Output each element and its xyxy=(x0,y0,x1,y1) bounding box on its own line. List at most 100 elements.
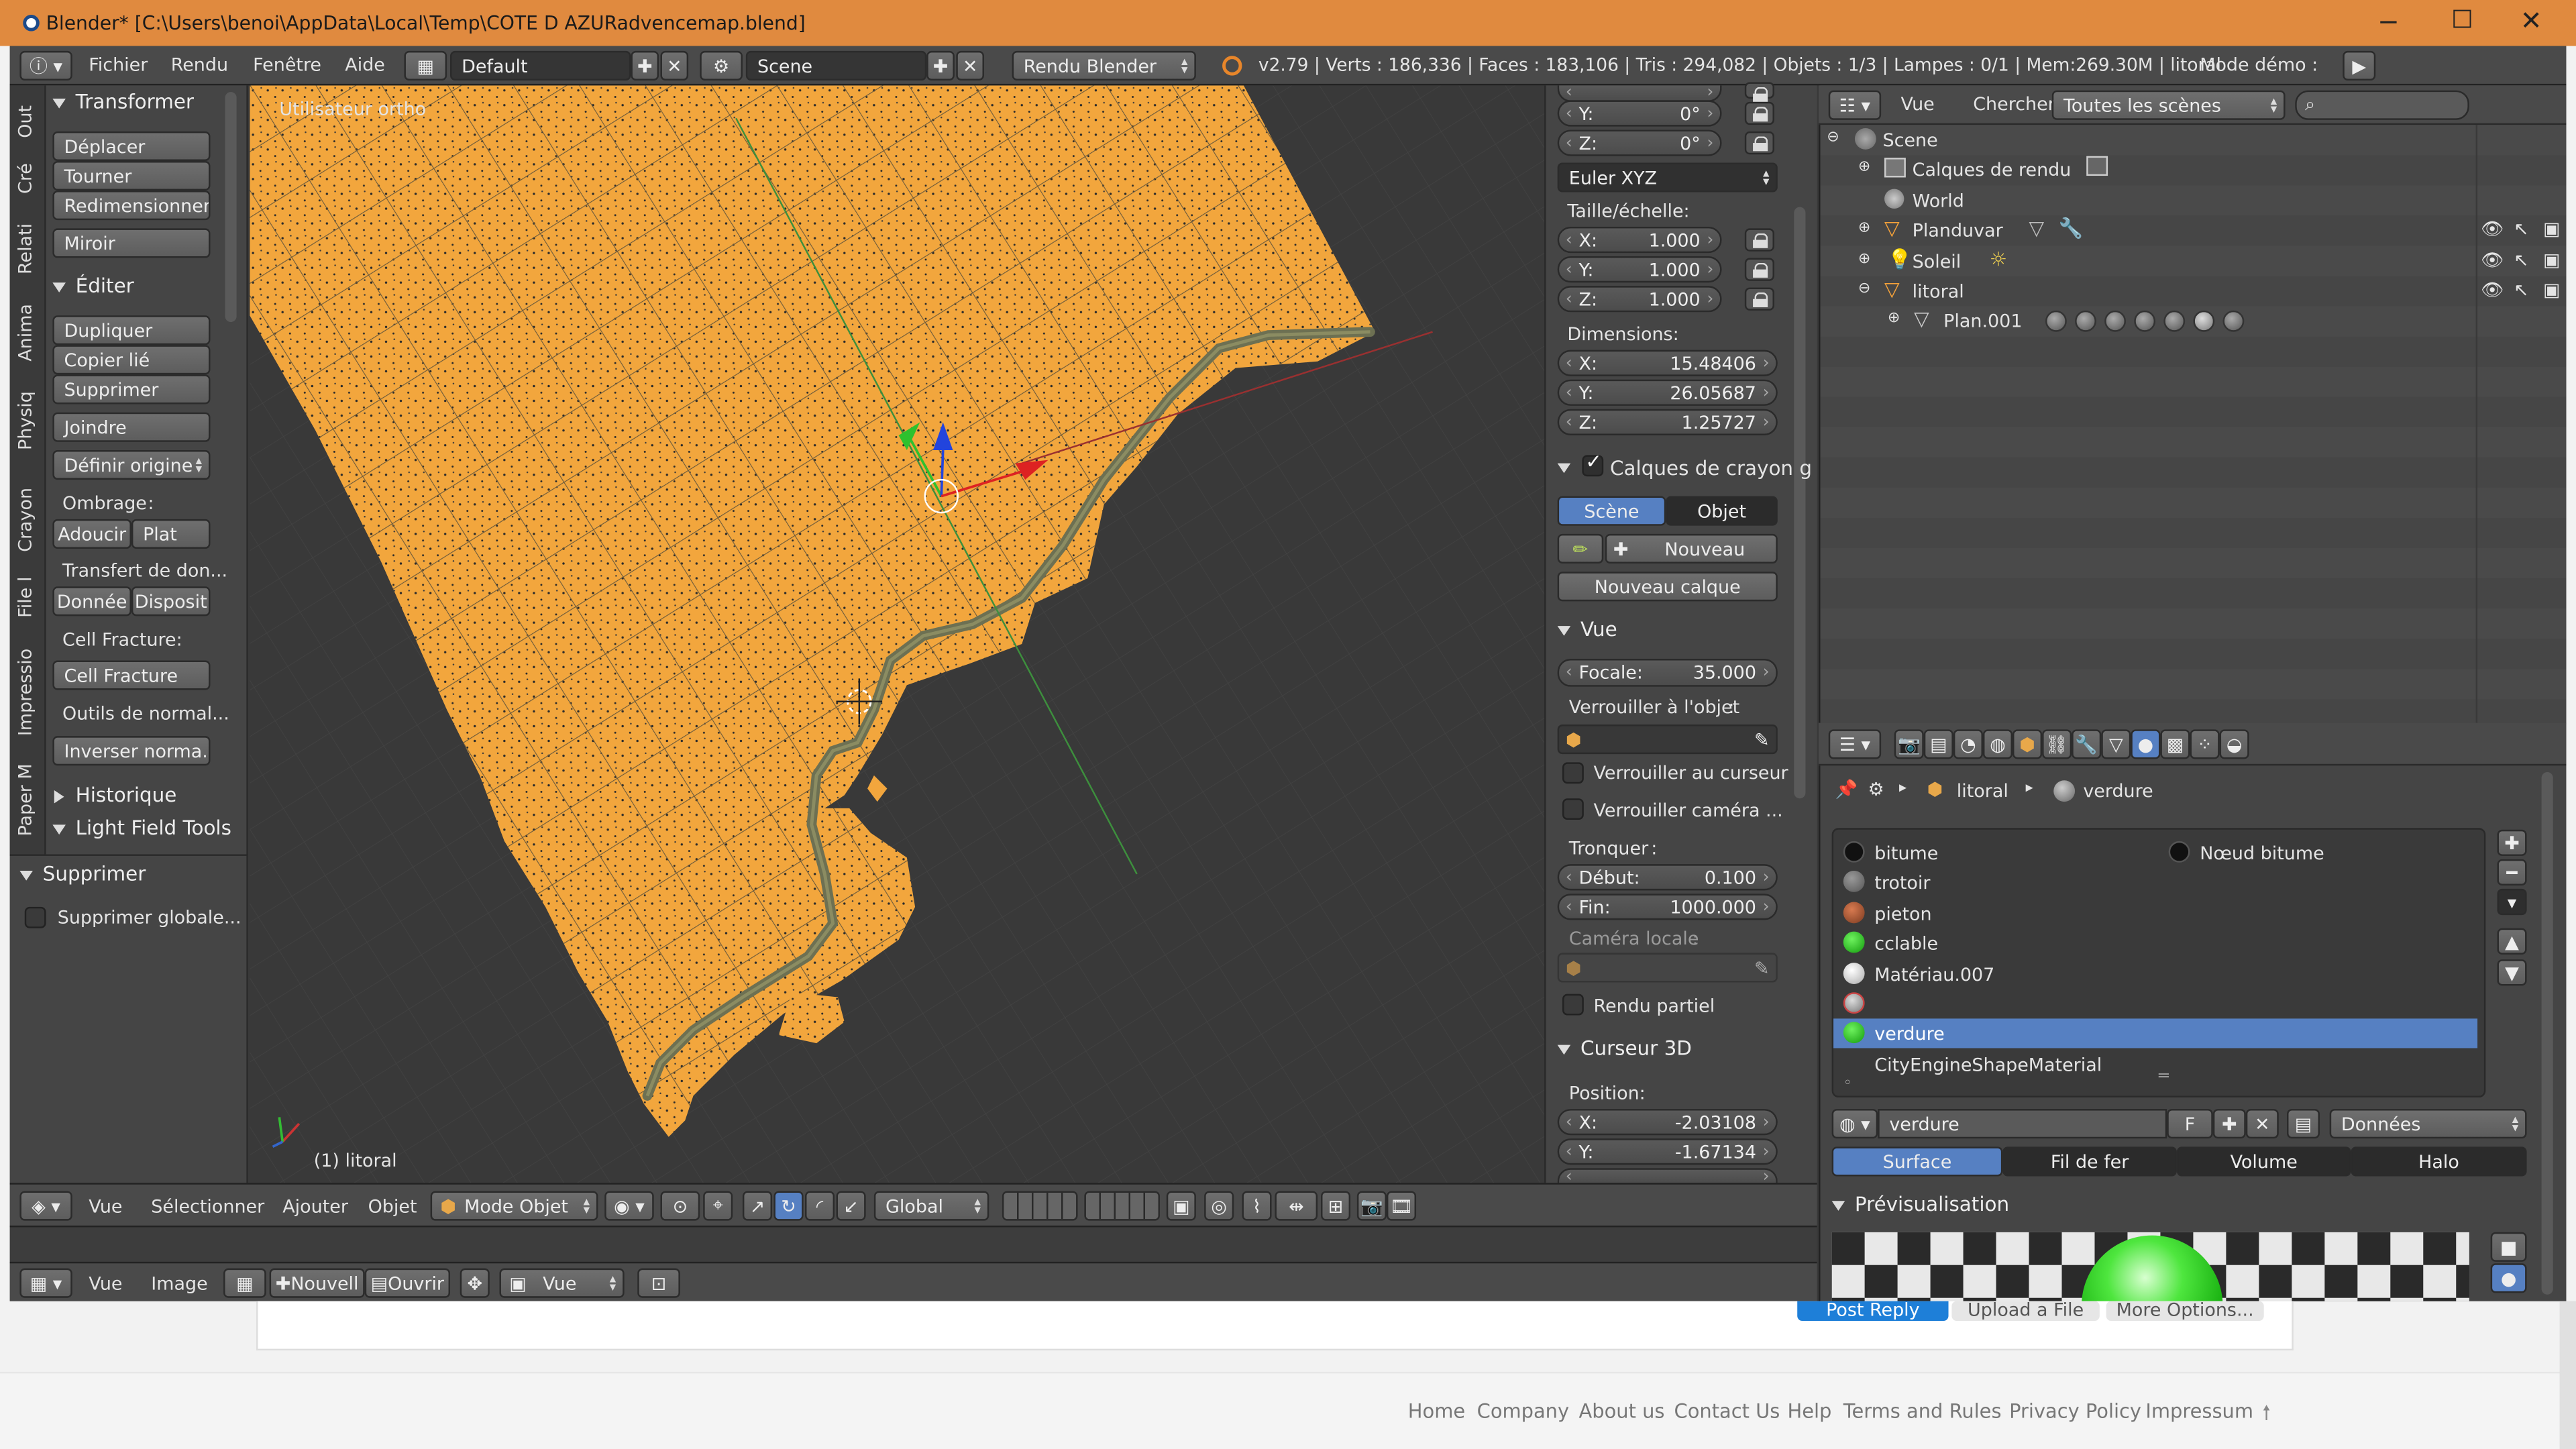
footer-link-privacy[interactable]: Privacy Policy xyxy=(2009,1400,2141,1423)
fake-user-button[interactable]: F xyxy=(2167,1109,2213,1139)
menu-fenetre[interactable]: Fenêtre xyxy=(253,54,321,76)
visibility-eye-icon[interactable]: 👁 xyxy=(2481,219,2504,240)
visibility-eye-icon[interactable]: 👁 xyxy=(2481,279,2504,301)
texture-context-tab[interactable]: ▩ xyxy=(2160,729,2190,759)
tab-relations[interactable]: Relati xyxy=(15,213,48,282)
editor-type-info-button[interactable]: ⓘ ▾ xyxy=(19,50,72,81)
view-panel-header[interactable]: Vue xyxy=(1557,618,1617,641)
image-open-button[interactable]: ▤ Ouvrir xyxy=(364,1268,451,1298)
orientation-dropdown[interactable]: Global xyxy=(873,1191,989,1221)
rotation-z-lock-icon[interactable] xyxy=(1744,131,1774,155)
editor-type-3d-button[interactable]: ◈ ▾ xyxy=(19,1191,72,1221)
scene-context-tab[interactable]: ◔ xyxy=(1953,729,1983,759)
grease-pencil-icon-button[interactable]: ✏ xyxy=(1557,533,1604,564)
physics-context-tab[interactable]: ◒ xyxy=(2219,729,2249,759)
operator-panel-header[interactable]: Supprimer xyxy=(19,863,146,885)
more-options-button[interactable]: More Options... xyxy=(2106,1301,2264,1321)
material-slot-bitume[interactable]: bitume xyxy=(1874,843,1938,864)
dimension-x-field[interactable]: X:15.48406 xyxy=(1557,350,1778,376)
scale-z-field[interactable]: Z:1.000 xyxy=(1557,286,1722,313)
n-panel-scrollbar[interactable] xyxy=(1794,207,1806,799)
slot-remove-button[interactable]: ━ xyxy=(2497,859,2527,886)
manipulator-extra-button[interactable]: ↙ xyxy=(836,1191,866,1221)
duplicate-linked-button[interactable]: Copier lié xyxy=(52,345,211,375)
edit-panel-header[interactable]: Éditer xyxy=(52,274,134,297)
resize-button[interactable]: Redimensionner xyxy=(52,191,211,221)
select-arrow-icon[interactable]: ↖ xyxy=(2514,250,2529,271)
snap-target-button[interactable]: ⊞ xyxy=(1320,1191,1351,1221)
footer-link-home[interactable]: Home xyxy=(1408,1400,1465,1423)
outliner-item-soleil[interactable]: Soleil xyxy=(1913,252,1962,273)
translate-button[interactable]: Déplacer xyxy=(52,131,211,162)
clip-start-field[interactable]: Début:0.100 xyxy=(1557,864,1778,891)
focal-length-field[interactable]: Focale:35.000 xyxy=(1557,659,1778,687)
set-origin-dropdown[interactable]: Définir origine xyxy=(52,450,211,480)
grease-object-tab[interactable]: Objet xyxy=(1666,496,1778,526)
footer-link-help[interactable]: Help xyxy=(1788,1400,1832,1423)
data-button[interactable]: Donnée xyxy=(52,586,131,616)
rotate-manipulator-button[interactable]: ↻ xyxy=(773,1191,804,1221)
outliner-expand-layers-icon[interactable]: ⊕ xyxy=(1858,160,1870,176)
material-slot-icon[interactable] xyxy=(2134,310,2156,332)
outliner-item-render-layers[interactable]: Calques de rendu xyxy=(1913,160,2072,181)
image-browse-button[interactable]: ▦ xyxy=(223,1268,266,1298)
material-unlink-button[interactable]: ✕ xyxy=(2245,1109,2279,1139)
rotation-x-field[interactable] xyxy=(1557,84,1722,102)
flat-button[interactable]: Plat xyxy=(131,519,211,549)
slot-add-button[interactable]: ✚ xyxy=(2497,829,2527,856)
scale-z-lock-icon[interactable] xyxy=(1744,287,1774,311)
material-slot-trotoir[interactable]: trotoir xyxy=(1874,872,1930,894)
editor-type-outliner-button[interactable]: ☷ ▾ xyxy=(1828,90,1882,120)
scale-y-field[interactable]: Y:1.000 xyxy=(1557,256,1722,283)
select-arrow-icon[interactable]: ↖ xyxy=(2514,279,2529,301)
mode-dropdown[interactable]: ⬢ Mode Objet xyxy=(430,1191,598,1221)
tab-out[interactable]: Out xyxy=(15,92,48,151)
outliner-expand-planduvar-icon[interactable]: ⊕ xyxy=(1858,220,1870,236)
scale-x-field[interactable]: X:1.000 xyxy=(1557,226,1722,254)
close-icon[interactable]: ✕ xyxy=(2520,5,2542,36)
outliner-item-plan001[interactable]: Plan.001 xyxy=(1943,311,2022,332)
outliner-item-scene[interactable]: Scene xyxy=(1883,129,1938,151)
translate-manipulator-button[interactable]: ↗ xyxy=(742,1191,773,1221)
image-view-dropdown[interactable]: ▣ Vue xyxy=(499,1268,625,1298)
maximize-icon[interactable]: ☐ xyxy=(2451,5,2473,34)
tab-grease-pencil[interactable]: Crayon xyxy=(15,480,48,559)
volume-tab[interactable]: Volume xyxy=(2176,1146,2351,1177)
slot-specials-button[interactable]: ▾ xyxy=(2497,888,2527,916)
footer-link-company[interactable]: Company xyxy=(1477,1400,1569,1423)
cursor-x-field[interactable]: X:-2.03108 xyxy=(1557,1109,1778,1136)
tab-print[interactable]: Impressio xyxy=(15,641,48,743)
tab-file[interactable]: File l xyxy=(15,567,48,629)
constraints-context-tab[interactable]: ⛓ xyxy=(2042,729,2072,759)
image-menu-view[interactable]: Vue xyxy=(89,1273,122,1295)
rotation-mode-dropdown[interactable]: Euler XYZ xyxy=(1557,162,1778,193)
rotation-x-lock-icon[interactable] xyxy=(1744,82,1774,102)
scale-manipulator-button[interactable]: ◜ xyxy=(805,1191,835,1221)
outliner-item-world[interactable]: World xyxy=(1913,191,1964,212)
image-cursor-button[interactable]: ⊡ xyxy=(637,1268,680,1298)
scene-remove-button[interactable]: ✕ xyxy=(956,50,984,81)
material-browse-button[interactable]: ◍ ▾ xyxy=(1831,1109,1878,1139)
material-slot-pieton[interactable]: pieton xyxy=(1874,904,1931,925)
outliner-expand-litoral-icon[interactable]: ⊖ xyxy=(1858,281,1870,297)
menu-fichier[interactable]: Fichier xyxy=(89,54,148,76)
new-layer-button[interactable]: Nouveau calque xyxy=(1557,572,1778,602)
outliner-item-litoral[interactable]: litoral xyxy=(1913,281,1964,303)
footer-link-impressum[interactable]: Impressum xyxy=(2145,1400,2253,1423)
tab-paper-model[interactable]: Paper M xyxy=(15,756,48,845)
layout-button[interactable]: Disposit xyxy=(131,586,211,616)
render-context-tab[interactable]: 📷 xyxy=(1894,729,1924,759)
footer-link-contact[interactable]: Contact Us xyxy=(1674,1400,1780,1423)
grease-pencil-panel-header[interactable] xyxy=(1557,455,1580,478)
editor-type-properties-button[interactable]: ☰ ▾ xyxy=(1828,729,1882,759)
rotation-y-field[interactable]: Y:0° xyxy=(1557,100,1722,127)
opengl-anim-button[interactable]: 🎞 xyxy=(1386,1191,1417,1221)
list-resize-handle-icon[interactable]: ═ xyxy=(2159,1068,2169,1086)
layout-remove-button[interactable]: ✕ xyxy=(660,50,689,81)
rotation-z-field[interactable]: Z:0° xyxy=(1557,129,1722,156)
layout-add-button[interactable]: ✚ xyxy=(631,50,659,81)
material-slot-icon[interactable] xyxy=(2104,310,2127,332)
mirror-button[interactable]: Miroir xyxy=(52,228,211,258)
rotate-button[interactable]: Tourner xyxy=(52,161,211,191)
scene-add-button[interactable]: ✚ xyxy=(926,50,955,81)
